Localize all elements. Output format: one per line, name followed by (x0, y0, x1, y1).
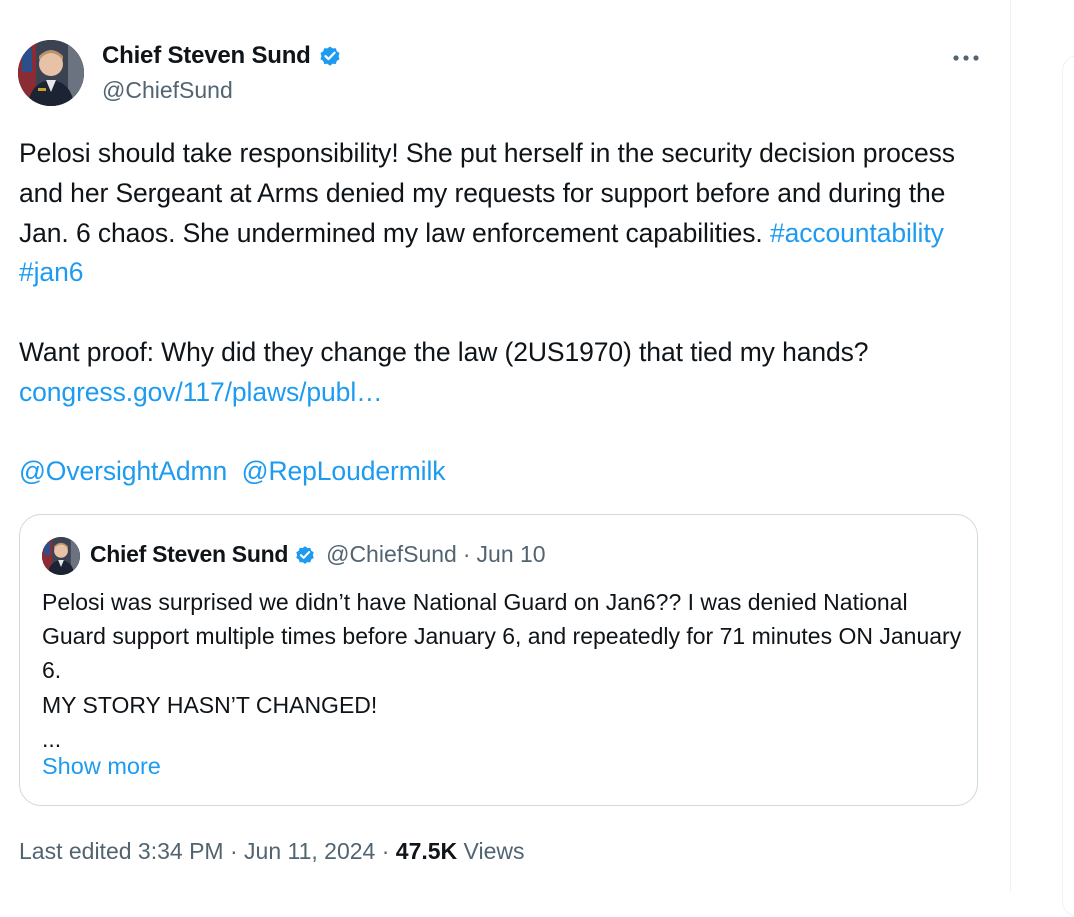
quoted-line-1: Pelosi was surprised we didn’t have Nati… (42, 589, 962, 684)
hashtag-accountability[interactable]: #accountability (770, 218, 944, 248)
last-edited[interactable]: Last edited 3:34 PM (19, 838, 224, 864)
mention-reploudermilk[interactable]: @RepLoudermilk (242, 456, 446, 486)
mention-oversightadmn[interactable]: @OversightAdmn (19, 456, 227, 486)
sidebar-card (1062, 55, 1074, 917)
quoted-text: Pelosi was surprised we didn’t have Nati… (42, 585, 962, 756)
tweet-meta: Last edited 3:34 PM · Jun 11, 2024 · 47.… (19, 838, 524, 865)
hashtag-jan6[interactable]: #jan6 (19, 257, 83, 287)
quoted-author-name: Chief Steven Sund (90, 541, 289, 567)
author-name[interactable]: Chief Steven Sund (102, 42, 311, 70)
tweet-text: Pelosi should take responsibility! She p… (19, 134, 994, 492)
meta-separator: · (375, 838, 396, 864)
more-horizontal-icon[interactable] (948, 44, 984, 72)
congress-link[interactable]: congress.gov/117/plaws/publ… (19, 377, 383, 407)
quoted-author-handle: @ChiefSund (326, 541, 457, 567)
quoted-header: Chief Steven Sund @ChiefSund · Jun 10 (90, 541, 546, 568)
views-count: 47.5K (395, 838, 458, 864)
post-date[interactable]: Jun 11, 2024 (244, 838, 375, 864)
author-row: Chief Steven Sund (102, 42, 342, 70)
quoted-ellipsis: ... (42, 725, 62, 752)
author-handle[interactable]: @ChiefSund (102, 77, 233, 104)
show-more-link[interactable]: Show more (42, 753, 161, 780)
avatar[interactable] (18, 40, 84, 106)
quoted-line-2: MY STORY HASN’T CHANGED! (42, 691, 378, 718)
quoted-tweet[interactable]: Chief Steven Sund @ChiefSund · Jun 10 Pe… (19, 514, 978, 806)
verified-badge-icon (294, 544, 316, 566)
meta-separator: · (223, 838, 245, 864)
verified-badge-icon[interactable] (318, 44, 342, 68)
column-divider (1010, 0, 1011, 892)
views-label: Views (463, 838, 525, 864)
tweet-detail: Chief Steven Sund @ChiefSund Pelosi shou… (0, 0, 1010, 892)
quoted-separator: · (462, 541, 471, 567)
tweet-paragraph-2: Want proof: Why did they change the law … (19, 336, 869, 367)
quoted-date: Jun 10 (476, 541, 546, 567)
quoted-avatar[interactable] (42, 537, 80, 575)
